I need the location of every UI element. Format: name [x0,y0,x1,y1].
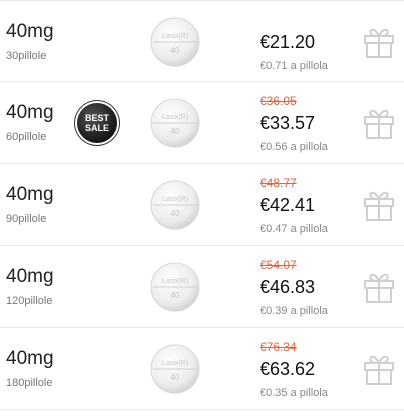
price-per-pill: €0.39 a pillola [260,305,328,317]
old-price: €54.07 [260,258,297,272]
price: €21.20 [260,32,316,52]
pill-image: Lasix(R) 40 [150,344,200,394]
dose-label: 40mg [6,21,54,42]
pill-image: Lasix(R) 40 [150,98,200,148]
offer-row[interactable]: 40mg 90pillole Lasix(R) 40 €48.77 €42.41 €0.47… [0,164,404,246]
badge-text: SALE [84,123,109,133]
price: €63.62 [260,359,316,379]
price-per-pill: €0.47 a pillola [260,223,328,235]
pill-imprint-dose: 40 [171,209,180,218]
price: €33.57 [260,113,316,133]
gift-icon[interactable] [361,350,397,386]
offer-row[interactable]: 40mg 30pillole Lasix(R) 40 €21.20 €0.71 a pil… [0,0,404,82]
pill-count: 120pillole [6,295,53,307]
old-price: €48.77 [260,176,297,190]
price-per-pill: €0.56 a pillola [260,141,328,153]
pill-image: Lasix(R) 40 [150,262,200,312]
pill-imprint-dose: 40 [171,127,180,136]
price: €46.83 [260,277,316,297]
old-price: €76.34 [260,340,297,354]
pill-imprint-text: Lasix(R) [162,360,188,367]
price-per-pill: €0.71 a pillola [260,60,328,72]
pill-imprint-text: Lasix(R) [162,114,188,121]
pill-imprint-text: Lasix(R) [162,278,188,285]
pill-imprint-dose: 40 [171,291,180,300]
pill-imprint-text: Lasix(R) [162,33,188,40]
old-price: €36.05 [260,94,297,108]
price: €42.41 [260,195,316,215]
dose-label: 40mg [6,102,54,123]
pill-image: Lasix(R) 40 [150,17,200,67]
pill-image: Lasix(R) 40 [150,180,200,230]
pill-count: 30pillole [6,50,47,62]
price-per-pill: €0.35 a pillola [260,387,328,399]
offer-row[interactable]: 40mg 180pillole Lasix(R) 40 €76.34 €63.62 €0.3… [0,328,404,410]
gift-icon[interactable] [361,186,397,222]
gift-icon[interactable] [361,23,397,59]
offer-row[interactable]: 40mg 120pillole Lasix(R) 40 €54.07 €46.83 €0.3… [0,246,404,328]
dose-label: 40mg [6,266,54,287]
pill-imprint-text: Lasix(R) [162,196,188,203]
gift-icon[interactable] [361,268,397,304]
pill-count: 180pillole [6,377,53,389]
gift-icon[interactable] [361,104,397,140]
pill-imprint-dose: 40 [171,46,180,55]
dose-label: 40mg [6,348,54,369]
best-sale-badge: BEST SALE [77,103,117,143]
badge-text: BEST [84,113,109,123]
pill-count: 90pillole [6,213,47,225]
pill-imprint-dose: 40 [171,373,180,382]
dose-label: 40mg [6,184,54,205]
pill-count: 60pillole [6,131,47,143]
offer-row[interactable]: 40mg 60pillole BEST SALE Lasix(R) 40 €36.05 €33… [0,82,404,164]
offer-list: 40mg 30pillole Lasix(R) 40 €21.20 €0.71 a pil… [0,0,404,410]
